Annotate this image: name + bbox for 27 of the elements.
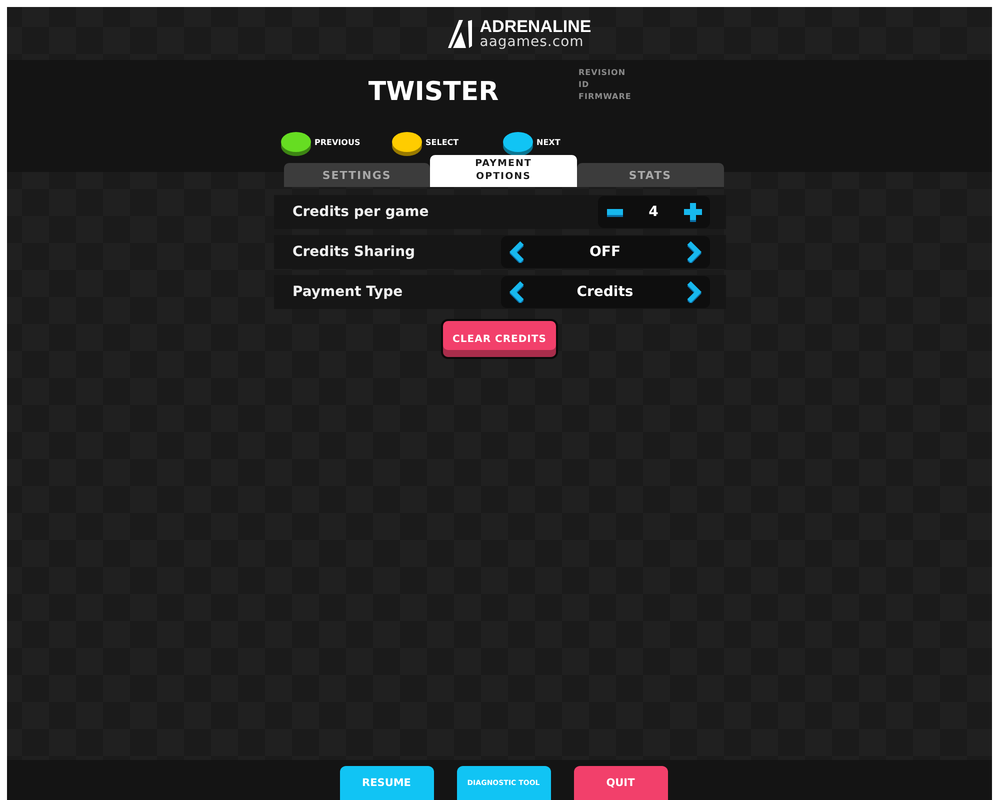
hint-label: SELECT: [426, 138, 459, 146]
left-chevron-icon[interactable]: [508, 241, 526, 263]
footer-button[interactable]: QUIT: [574, 766, 668, 800]
setting-value: OFF: [589, 244, 621, 260]
option-selector[interactable]: OFF: [500, 236, 710, 268]
plus-icon[interactable]: [684, 201, 702, 223]
tab[interactable]: PAYMENT OPTIONS: [430, 155, 577, 187]
tab[interactable]: STATS: [576, 163, 724, 187]
hint-label: PREVIOUS: [314, 138, 360, 146]
setting-label: Payment Type: [292, 284, 403, 300]
clear-credits-button[interactable]: CLEAR CREDITS: [441, 319, 558, 359]
setting-label: Credits per game: [292, 204, 429, 220]
brand-website: aagames.com: [480, 35, 585, 49]
game-title: TWISTER: [367, 77, 500, 107]
left-chevron-icon[interactable]: [508, 281, 526, 303]
logo-icon: [448, 18, 474, 50]
setting-value: Credits: [576, 284, 634, 300]
stepper-control[interactable]: 4: [598, 196, 710, 228]
info-label: FIRMWARE: [578, 92, 632, 101]
setting-value: 4: [648, 204, 658, 220]
brand-name: ADRENALINE: [480, 18, 592, 35]
option-selector[interactable]: Credits: [500, 276, 710, 308]
info-label: REVISION: [578, 68, 627, 77]
info-label: ID: [578, 80, 590, 89]
hint-label: NEXT: [536, 138, 560, 146]
tab[interactable]: SETTINGS: [284, 163, 430, 187]
setting-label: Credits Sharing: [292, 244, 416, 260]
